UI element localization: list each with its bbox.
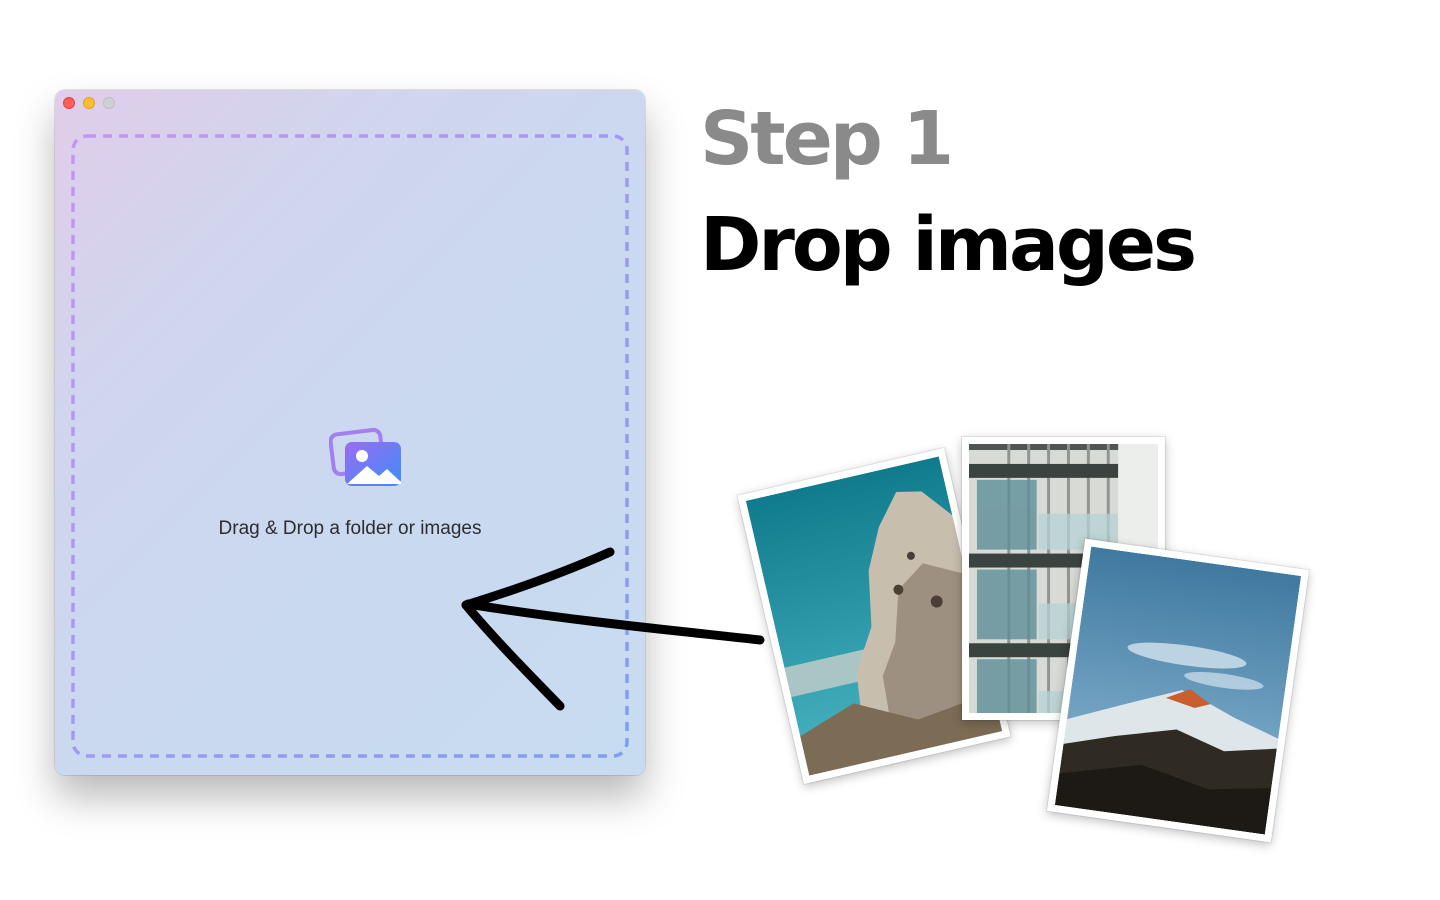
- drag-arrow-icon: [461, 547, 765, 711]
